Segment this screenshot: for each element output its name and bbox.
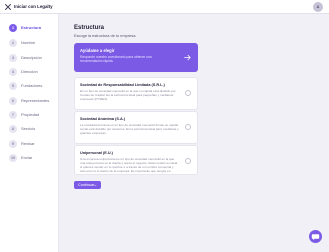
step-servicio[interactable]: 8 Servicio xyxy=(9,125,57,135)
step-number: 9 xyxy=(9,140,17,148)
option-title: Unipersonal (E.U.) xyxy=(80,151,113,155)
steps-sidebar: 1 Estructura 2 Nombre 3 Descripción 4 Di… xyxy=(0,14,59,252)
option-sa[interactable]: Sociedad Anónima (S.A.) La sociedad anón… xyxy=(74,111,198,144)
step-number: 4 xyxy=(9,68,17,76)
option-srl[interactable]: Sociedad de Responsabilidad Limitada (S.… xyxy=(74,77,198,110)
step-label: Servicio xyxy=(21,126,36,131)
option-radio[interactable] xyxy=(185,158,191,164)
continue-label: Continuar xyxy=(78,183,95,187)
continue-button[interactable]: Continuar → xyxy=(74,181,101,189)
step-propiedad[interactable]: 7 Propiedad xyxy=(9,111,57,121)
option-description: Una empresa unipersonal es un tipo de so… xyxy=(80,157,178,175)
option-description: Es un tipo de sociedad mercantil en la q… xyxy=(80,89,176,101)
step-number: 7 xyxy=(9,111,17,119)
step-label: Fundadores xyxy=(21,83,43,88)
page-title: Estructura xyxy=(74,25,105,31)
step-number: 5 xyxy=(9,82,17,90)
option-title: Sociedad Anónima (S.A.) xyxy=(80,117,126,121)
option-eu[interactable]: Unipersonal (E.U.) Una empresa uniperson… xyxy=(74,145,198,175)
step-label: Revisar xyxy=(21,141,35,146)
close-icon[interactable] xyxy=(4,3,12,11)
step-nombre[interactable]: 2 Nombre xyxy=(9,39,57,49)
step-direccion[interactable]: 4 Dirección xyxy=(9,68,57,78)
step-label: Estructura xyxy=(21,25,42,30)
avatar[interactable]: A xyxy=(313,2,323,12)
step-number: 6 xyxy=(9,97,17,105)
step-enviar[interactable]: 10 Enviar xyxy=(9,154,57,164)
step-estructura[interactable]: 1 Estructura xyxy=(9,24,57,34)
step-label: Nombre xyxy=(21,40,36,45)
help-card-title: Ayúdame a elegir xyxy=(80,48,115,53)
top-bar: Iniciar con Legalty A xyxy=(0,0,329,14)
step-label: Propiedad xyxy=(21,112,40,117)
step-label: Enviar xyxy=(21,155,33,160)
step-number: 8 xyxy=(9,125,17,133)
app-title: Iniciar con Legalty xyxy=(14,4,53,9)
option-description: La sociedad anónima es un tipo de socied… xyxy=(80,123,179,135)
step-label: Representantes xyxy=(21,98,50,103)
page-subtitle: Escoge la estructura de tu empresa. xyxy=(74,33,137,38)
step-label: Dirección xyxy=(21,69,38,74)
arrow-right-icon xyxy=(184,54,191,61)
step-representantes[interactable]: 6 Representantes xyxy=(9,97,57,107)
chat-icon xyxy=(311,234,320,241)
help-me-choose-card[interactable]: Ayúdame a elegir Responde nuestro cuesti… xyxy=(74,43,198,72)
step-number: 2 xyxy=(9,39,17,47)
step-fundadores[interactable]: 5 Fundadores xyxy=(9,82,57,92)
step-label: Descripción xyxy=(21,55,42,60)
step-revisar[interactable]: 9 Revisar xyxy=(9,140,57,150)
option-title: Sociedad de Responsabilidad Limitada (S.… xyxy=(80,83,165,87)
step-number: 10 xyxy=(9,154,17,162)
option-radio[interactable] xyxy=(185,124,191,130)
step-number: 1 xyxy=(9,24,17,32)
step-number: 3 xyxy=(9,54,17,62)
step-descripcion[interactable]: 3 Descripción xyxy=(9,54,57,64)
help-card-description: Responde nuestro cuestionario para obten… xyxy=(80,55,152,63)
option-radio[interactable] xyxy=(185,90,191,96)
chat-button[interactable] xyxy=(309,230,322,243)
arrow-right-icon: → xyxy=(93,183,97,187)
